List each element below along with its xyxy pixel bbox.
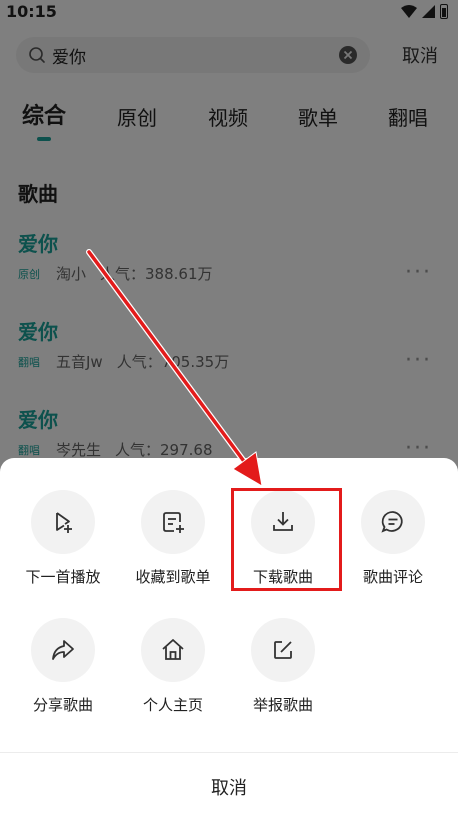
- add-to-playlist-icon: [163, 512, 184, 533]
- add-to-playlist-button[interactable]: 收藏到歌单: [118, 490, 228, 587]
- annotation-highlight-box: [231, 488, 342, 591]
- play-next-circle: [31, 490, 95, 554]
- report-label: 举报歌曲: [252, 696, 313, 714]
- add-to-playlist-circle: [141, 490, 205, 554]
- comment-icon: [381, 511, 403, 533]
- play-next-button[interactable]: 下一首播放: [8, 490, 118, 587]
- comment-button[interactable]: 歌曲评论: [338, 490, 448, 587]
- report-circle: [251, 618, 315, 682]
- song-action-sheet: 下一首播放 收藏到歌单 下载歌曲 歌曲评论 分享歌曲 个人主页 举报歌曲 取消: [0, 458, 458, 820]
- play-next-icon: [56, 512, 72, 533]
- profile-button[interactable]: 个人主页: [118, 618, 228, 715]
- sheet-cancel-button[interactable]: 取消: [0, 753, 458, 820]
- comment-circle: [361, 490, 425, 554]
- play-next-label: 下一首播放: [25, 568, 101, 586]
- share-button[interactable]: 分享歌曲: [8, 618, 118, 715]
- share-icon: [52, 640, 74, 660]
- report-icon: [274, 641, 292, 659]
- share-label: 分享歌曲: [32, 696, 93, 714]
- share-circle: [31, 618, 95, 682]
- home-icon: [162, 639, 184, 660]
- add-to-playlist-label: 收藏到歌单: [135, 568, 211, 586]
- profile-label: 个人主页: [142, 696, 203, 714]
- profile-circle: [141, 618, 205, 682]
- report-button[interactable]: 举报歌曲: [228, 618, 338, 715]
- comment-label: 歌曲评论: [362, 568, 423, 586]
